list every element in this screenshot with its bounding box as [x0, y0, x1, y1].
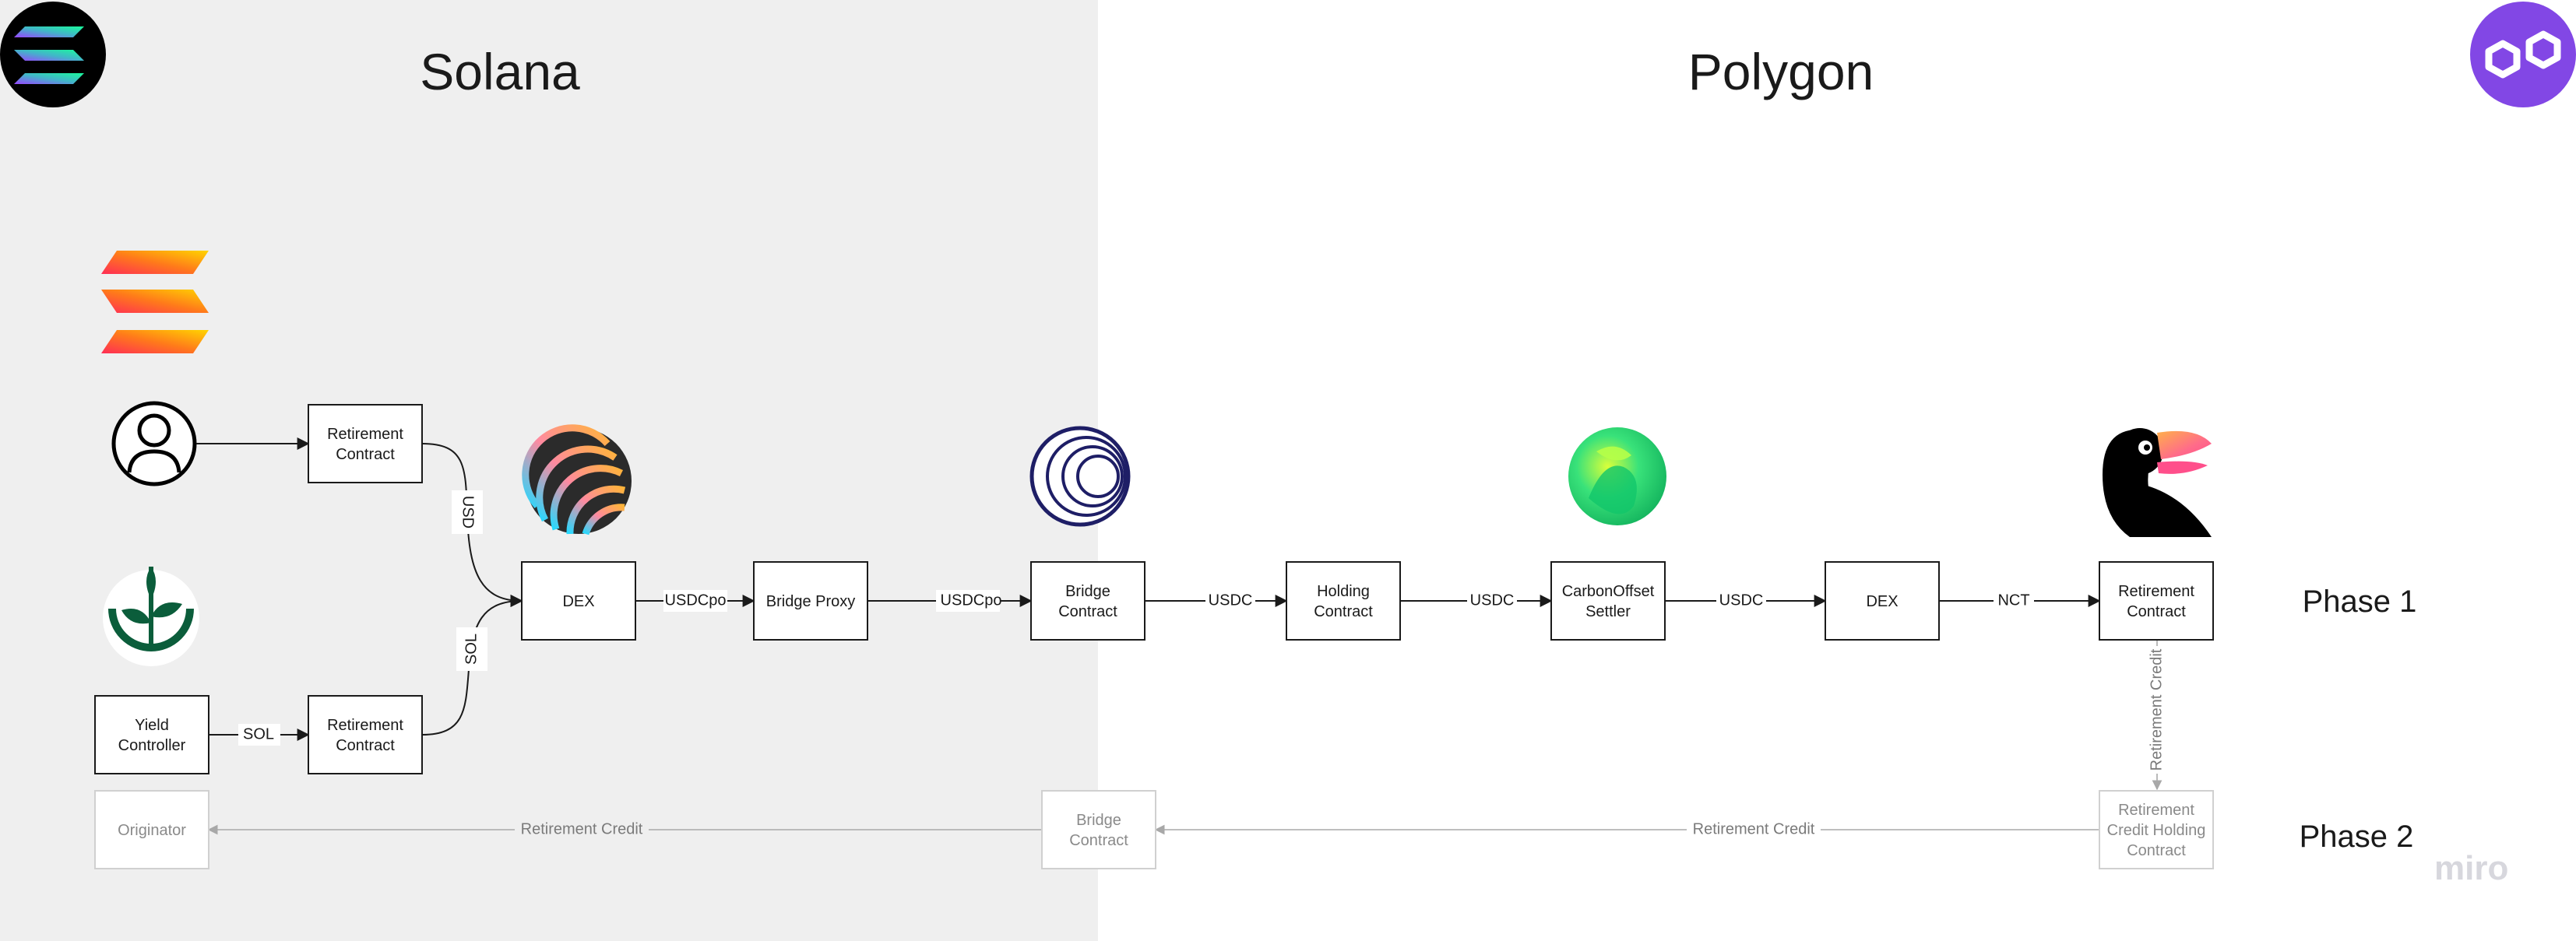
edge-label-usdc-3: USDC — [1719, 592, 1764, 609]
node-label-line: Retirement — [327, 717, 403, 734]
phase-1-label: Phase 1 — [2303, 585, 2417, 619]
node-retirement-contract-polygon[interactable]: Retirement Contract — [2099, 561, 2214, 641]
edge-label-nct: NCT — [1997, 592, 2029, 609]
edge-label-retirement-credit-left: Retirement Credit — [521, 820, 643, 837]
phase-2-label: Phase 2 — [2300, 820, 2414, 854]
node-label-line: Contract — [2127, 603, 2186, 620]
edge-retirement-credit-vertical: Retirement Credit — [2145, 640, 2169, 791]
polygon-region — [1098, 0, 2576, 941]
node-label-line: Settler — [1585, 603, 1631, 620]
node-label-line: Bridge — [1076, 812, 1121, 829]
node-label-line: Retirement — [2118, 583, 2194, 600]
node-label-line: Yield — [135, 717, 169, 734]
node-label-line: Credit Holding — [2107, 822, 2206, 839]
solana-logo-icon — [0, 2, 106, 107]
node-bridge-contract[interactable]: Bridge Contract — [1030, 561, 1145, 641]
node-label-line: Contract — [336, 737, 395, 754]
node-label-line: CarbonOffset — [1562, 583, 1655, 600]
node-label-line: DEX — [562, 593, 594, 610]
node-carbon-offset-settler[interactable]: CarbonOffset Settler — [1550, 561, 1666, 641]
node-label-line: DEX — [1866, 593, 1898, 610]
node-retirement-credit-holding-contract[interactable]: Retirement Credit Holding Contract — [2099, 790, 2214, 869]
miro-watermark: miro — [2434, 849, 2508, 887]
edge-label-retirement-credit-vertical: Retirement Credit — [2148, 648, 2165, 771]
orca-striped-logo-icon — [522, 424, 632, 535]
node-holding-contract[interactable]: Holding Contract — [1286, 561, 1401, 641]
edge-label-usdcpo-1: USDCpo — [665, 592, 727, 609]
node-label-line: Bridge — [1065, 583, 1110, 600]
node-label-line: Contract — [1314, 603, 1373, 620]
node-dex-solana[interactable]: DEX — [521, 561, 636, 641]
edge-label-retirement-credit-right: Retirement Credit — [1693, 820, 1815, 837]
node-retirement-contract-bottom[interactable]: Retirement Contract — [308, 695, 423, 774]
edge-label-usd: USD — [459, 496, 477, 528]
node-label-line: Contract — [2127, 842, 2186, 859]
edge-label-sol-straight: SOL — [243, 725, 274, 743]
node-yield-controller[interactable]: Yield Controller — [94, 695, 209, 774]
wormhole-circles-icon — [1029, 426, 1131, 527]
solana-orange-logo-icon — [101, 251, 209, 353]
node-label-line: Contract — [1058, 603, 1117, 620]
node-label-line: Controller — [118, 737, 186, 754]
user-icon — [111, 401, 197, 486]
flow-diagram: Solana Polygon USD SOL SOL USDCpo USDCpo… — [0, 0, 2576, 941]
node-dex-polygon[interactable]: DEX — [1825, 561, 1940, 641]
node-bridge-contract-phase2[interactable]: Bridge Contract — [1041, 790, 1156, 869]
edge-label-usdcpo-2: USDCpo — [941, 592, 1002, 609]
node-label-line: Bridge Proxy — [766, 593, 856, 610]
green-blob-logo-icon — [1568, 427, 1666, 525]
solana-title: Solana — [420, 43, 580, 100]
node-originator[interactable]: Originator — [94, 790, 209, 869]
node-label-line: Originator — [118, 822, 186, 839]
polygon-title: Polygon — [1688, 43, 1874, 100]
node-label-line: Holding — [1317, 583, 1370, 600]
node-label-line: Contract — [1069, 832, 1128, 849]
edge-label-usdc-2: USDC — [1470, 592, 1515, 609]
edge-label-usdc-1: USDC — [1209, 592, 1253, 609]
node-retirement-contract-top[interactable]: Retirement Contract — [308, 404, 423, 483]
node-bridge-proxy[interactable]: Bridge Proxy — [753, 561, 868, 641]
node-label-line: Contract — [336, 446, 395, 463]
node-label-line: Retirement — [327, 426, 403, 443]
edge-label-sol-curve: SOL — [463, 634, 480, 665]
node-label-line: Retirement — [2118, 802, 2194, 819]
polygon-logo-icon — [2470, 2, 2576, 107]
